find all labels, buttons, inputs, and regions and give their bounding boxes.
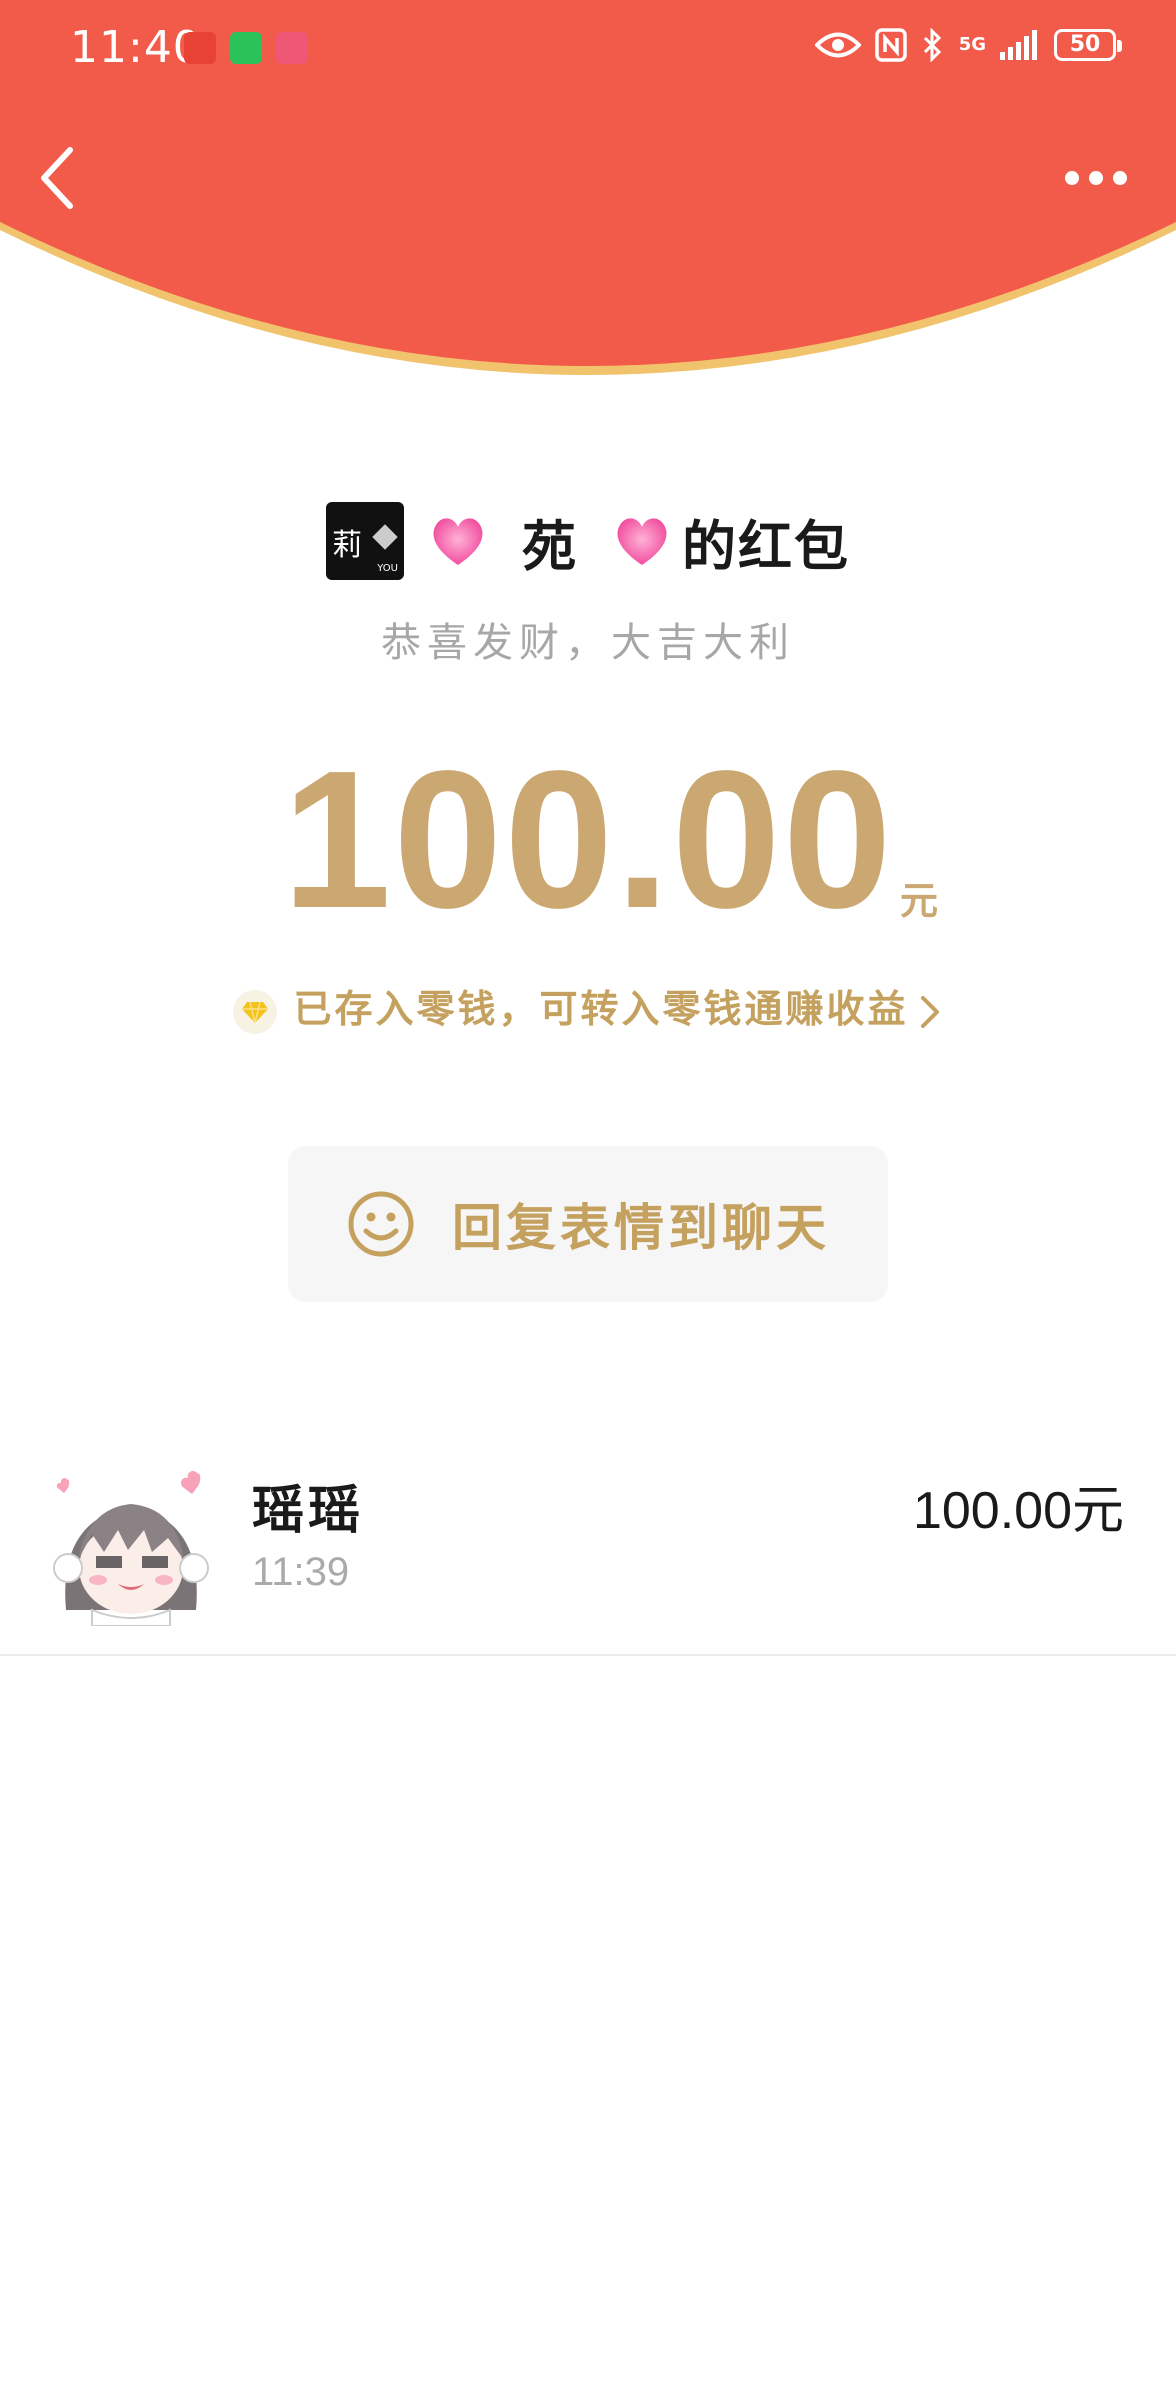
signal-icon xyxy=(1000,30,1037,60)
receive-time: 11:39 xyxy=(252,1550,350,1594)
receiver-name: 瑶瑶 xyxy=(252,1481,365,1541)
amount-display: 100.00 元 xyxy=(0,740,1176,940)
greeting-message: 恭喜发财，大吉大利 xyxy=(381,620,795,666)
chevron-right-icon xyxy=(920,995,939,1028)
chevron-left-icon xyxy=(41,147,73,209)
amount-unit: 元 xyxy=(900,879,939,923)
reply-button-label: 回复表情到聊天 xyxy=(452,1199,830,1257)
reply-sticker-button[interactable]: 回复表情到聊天 xyxy=(288,1146,888,1302)
diamond-icon xyxy=(233,989,278,1034)
huawei-app-icon xyxy=(276,32,308,64)
saved-to-balance-link[interactable]: 已存入零钱，可转入零钱通赚收益 xyxy=(0,978,1176,1034)
sender-avatar-text: 莉 xyxy=(332,528,362,563)
back-button[interactable] xyxy=(30,140,90,216)
status-indicators: 5G 50 xyxy=(814,28,1122,62)
receiver-avatar xyxy=(53,1471,209,1626)
pink-heart-icon xyxy=(433,518,483,565)
bluetooth-icon xyxy=(923,28,941,62)
battery-indicator: 50 xyxy=(1054,29,1122,61)
more-options-button[interactable] xyxy=(1056,150,1136,206)
receive-amount: 100.00元 xyxy=(912,1482,1124,1540)
saved-notice-text: 已存入零钱，可转入零钱通赚收益 xyxy=(293,987,909,1031)
sender-title-row: 莉 YOU 苑 的红包 xyxy=(0,496,1176,586)
network-type: 5G xyxy=(958,34,986,55)
eye-icon xyxy=(814,32,861,58)
status-time: 11:40 xyxy=(70,22,202,73)
nfc-icon xyxy=(874,28,907,62)
more-dots-icon xyxy=(1065,171,1127,185)
missed-call-icon xyxy=(184,32,216,64)
wechat-icon xyxy=(230,32,262,64)
receiver-list-item[interactable]: 瑶瑶 11:39 100.00元 xyxy=(0,1440,1176,1656)
sender-avatar: 莉 YOU xyxy=(326,502,404,580)
sender-avatar-subtext: YOU xyxy=(377,563,398,574)
sender-name-text: 苑 xyxy=(522,514,578,578)
sender-title: 苑 的红包 xyxy=(418,502,850,581)
status-bar: 11:40 5G 50 xyxy=(0,0,1176,100)
pink-heart-icon xyxy=(617,518,667,565)
red-packet-suffix: 的红包 xyxy=(682,514,850,578)
heart-icon xyxy=(372,524,398,550)
red-packet-detail-page: 11:40 5G 50 莉 YOU 苑 的红包 恭喜发财，大吉大利 100.00… xyxy=(0,0,1176,2400)
smiley-icon xyxy=(348,1191,414,1257)
amount-value: 100.00 xyxy=(282,730,894,949)
